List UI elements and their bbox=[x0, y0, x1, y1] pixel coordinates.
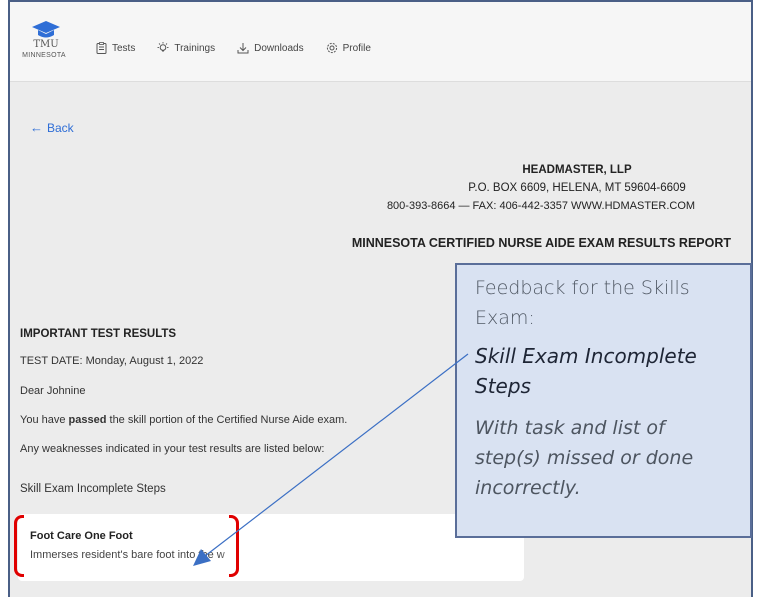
pass-statement: You have passed the skill portion of the… bbox=[20, 414, 347, 426]
back-link[interactable]: ← Back bbox=[30, 120, 74, 135]
logo-text: TMU bbox=[33, 39, 59, 50]
nav-profile[interactable]: Profile bbox=[326, 42, 371, 54]
company-address: P.O. BOX 6609, HELENA, MT 59604-6609 bbox=[468, 182, 686, 194]
callout-description: With task and list of step(s) missed or … bbox=[475, 417, 694, 499]
nav-trainings[interactable]: Trainings bbox=[157, 42, 215, 54]
nav-tests[interactable]: Tests bbox=[96, 42, 135, 54]
missed-step: Immerses resident's bare foot into the w bbox=[30, 549, 225, 561]
tmu-logo[interactable]: TMU MINNESOTA bbox=[16, 20, 76, 59]
report-title: MINNESOTA CERTIFIED NURSE AIDE EXAM RESU… bbox=[351, 236, 731, 250]
graduation-cap-icon bbox=[32, 21, 60, 38]
lightbulb-icon bbox=[157, 42, 169, 52]
task-card: Foot Care One Foot Immerses resident's b… bbox=[18, 514, 524, 581]
red-bracket-left bbox=[14, 515, 24, 577]
feedback-callout: Feedback for the Skills Exam: Skill Exam… bbox=[455, 263, 752, 538]
letterhead: HEADMASTER, LLP P.O. BOX 6609, HELENA, M… bbox=[337, 164, 737, 212]
pass-word: passed bbox=[68, 414, 107, 426]
red-bracket-right bbox=[229, 515, 239, 577]
company-name: HEADMASTER, LLP bbox=[522, 164, 632, 176]
callout-subtitle: Skill Exam Incomplete Steps bbox=[475, 344, 697, 398]
main-nav: Tests Trainings Downloads Profile bbox=[96, 42, 393, 54]
nav-trainings-label: Trainings bbox=[174, 42, 216, 54]
test-date: TEST DATE: Monday, August 1, 2022 bbox=[20, 355, 204, 367]
top-navigation-bar: TMU MINNESOTA Tests Trainings Downloads … bbox=[10, 2, 751, 82]
gear-icon bbox=[326, 42, 337, 54]
arrow-left-icon: ← bbox=[30, 120, 43, 135]
download-icon bbox=[237, 43, 249, 54]
company-contact: 800-393-8664 — FAX: 406-442-3357 WWW.HDM… bbox=[386, 200, 696, 212]
task-name: Foot Care One Foot bbox=[30, 530, 133, 542]
back-label: Back bbox=[47, 120, 74, 135]
nav-downloads-label: Downloads bbox=[254, 42, 304, 54]
callout-title: Feedback for the Skills Exam: bbox=[475, 277, 690, 329]
pass-prefix: You have bbox=[20, 414, 69, 426]
logo-state-text: MINNESOTA bbox=[22, 52, 66, 59]
nav-profile-label: Profile bbox=[342, 42, 371, 54]
weaknesses-intro: Any weaknesses indicated in your test re… bbox=[20, 443, 325, 455]
pass-suffix: the skill portion of the Certified Nurse… bbox=[106, 414, 348, 426]
clipboard-icon bbox=[96, 42, 107, 54]
greeting: Dear Johnine bbox=[20, 385, 86, 397]
nav-tests-label: Tests bbox=[112, 42, 136, 54]
results-heading: IMPORTANT TEST RESULTS bbox=[20, 328, 177, 340]
incomplete-steps-label: Skill Exam Incomplete Steps bbox=[20, 483, 166, 495]
nav-downloads[interactable]: Downloads bbox=[237, 42, 304, 54]
